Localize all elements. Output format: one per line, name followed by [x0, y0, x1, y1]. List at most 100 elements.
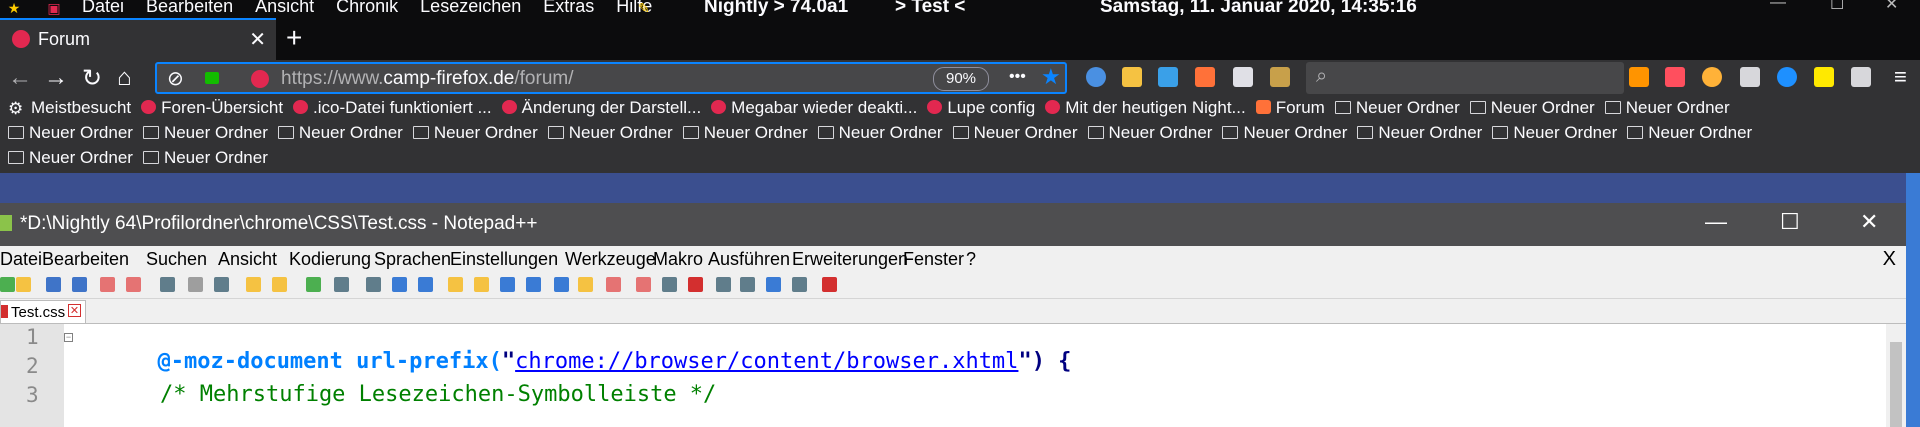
toolbar-button-icon[interactable]	[474, 277, 489, 292]
bookmark-folder[interactable]: Neuer Ordner	[1222, 123, 1347, 143]
tracking-protection-icon[interactable]: ⊘	[167, 66, 184, 91]
toolbar-button-icon[interactable]	[716, 277, 731, 292]
bookmark-item[interactable]: Mit der heutigen Night...	[1045, 98, 1246, 118]
toolbar-button-icon[interactable]	[418, 277, 433, 292]
toolbar-button-icon[interactable]	[100, 277, 115, 292]
notepad-maximize-icon[interactable]: ☐	[1780, 209, 1800, 235]
toolbar-button-icon[interactable]	[662, 277, 677, 292]
bookmark-folder[interactable]: ⚙ Meistbesucht	[8, 98, 131, 118]
bookmark-folder[interactable]: Neuer Ordner	[547, 123, 673, 143]
tab-test-css[interactable]: Test.css ✕	[0, 300, 86, 323]
bookmark-item[interactable]: Forum	[1255, 98, 1325, 118]
tab-close-icon[interactable]: ✕	[68, 304, 81, 317]
toolbar-button-icon[interactable]	[526, 277, 541, 292]
toolbar-button-icon[interactable]	[500, 277, 515, 292]
bookmark-folder[interactable]: Neuer Ordner	[142, 123, 268, 143]
magnifier-extension-icon[interactable]	[1629, 67, 1649, 87]
v-extension-icon[interactable]	[1740, 67, 1760, 87]
toolbar-button-icon[interactable]	[188, 277, 203, 292]
toolbar-button-icon[interactable]	[578, 277, 593, 292]
toolbar-button-icon[interactable]	[72, 277, 87, 292]
toolbar-button-icon[interactable]	[272, 277, 287, 292]
menu-item-bearbeiten[interactable]: Bearbeiten	[146, 0, 233, 16]
notepad-menu-ansicht[interactable]: Ansicht	[218, 249, 277, 270]
toolbar-button-icon[interactable]	[160, 277, 175, 292]
menu-item-extras[interactable]: Extras	[543, 0, 594, 16]
bookmark-folder[interactable]: Neuer Ordner	[1469, 98, 1595, 118]
toolbar-button-icon[interactable]	[366, 277, 381, 292]
toolbar-button-icon[interactable]	[636, 277, 651, 292]
bookmark-item[interactable]: Megabar wieder deakti...	[711, 98, 917, 118]
menu-item-lesezeichen[interactable]: Lesezeichen	[420, 0, 521, 16]
tab-forum[interactable]: Forum ✕	[0, 18, 276, 60]
toolbar-button-icon[interactable]	[16, 277, 31, 292]
toolbar-button-icon[interactable]	[0, 277, 15, 292]
scrollbar-thumb[interactable]	[1890, 342, 1902, 427]
toolbar-button-icon[interactable]	[306, 277, 321, 292]
url-text[interactable]: https://www.camp-firefox.de/forum/	[281, 68, 574, 90]
lock-icon[interactable]	[205, 72, 219, 84]
eraser-extension-icon[interactable]	[1665, 67, 1685, 87]
bookmark-folder[interactable]: Neuer Ordner	[1334, 98, 1460, 118]
v2-extension-icon[interactable]	[1851, 67, 1871, 87]
bookmark-folder[interactable]: Neuer Ordner	[142, 148, 268, 168]
menu-icon[interactable]: ≡	[1894, 64, 1907, 90]
toolbar-button-icon[interactable]	[740, 277, 755, 292]
notepad-menu-werkzeuge[interactable]: Werkzeuge	[565, 249, 656, 270]
forward-icon[interactable]: →	[44, 64, 68, 92]
tab-close-icon[interactable]: ✕	[249, 27, 266, 52]
toolbar-button-icon[interactable]	[46, 277, 61, 292]
bookmark-folder[interactable]: Neuer Ordner	[1087, 123, 1212, 143]
bookmark-folder[interactable]: Neuer Ordner	[1492, 123, 1617, 143]
notepad-menu-datei[interactable]: Datei	[0, 249, 42, 270]
close-icon[interactable]: ✕	[1885, 0, 1898, 14]
bookmark-star-icon[interactable]: ★	[1041, 64, 1061, 90]
notepad-menu-kodierung[interactable]: Kodierung	[289, 249, 371, 270]
bookmark-item[interactable]: .ico-Datei funktioniert ...	[293, 98, 492, 118]
bookmark-item[interactable]: Foren-Übersicht	[141, 98, 283, 118]
extension-icon-2[interactable]	[1195, 67, 1215, 87]
minimize-icon[interactable]: —	[1770, 0, 1786, 12]
css-extension-icon[interactable]	[1814, 67, 1834, 87]
new-tab-button[interactable]: +	[286, 22, 302, 54]
bookmark-item[interactable]: Lupe config	[927, 98, 1035, 118]
notepad-menu-erweiterungen[interactable]: Erweiterungen	[792, 249, 908, 270]
notepad-menu-makro[interactable]: Makro	[653, 249, 703, 270]
notepad-close-icon[interactable]: ✕	[1860, 209, 1878, 235]
extension-icon-4[interactable]	[1270, 67, 1290, 87]
bookmark-folder[interactable]: Neuer Ordner	[1604, 98, 1730, 118]
toolbar-button-icon[interactable]	[822, 277, 837, 292]
toolbar-button-icon[interactable]	[126, 277, 141, 292]
maximize-icon[interactable]: ☐	[1830, 0, 1844, 14]
bookmark-folder[interactable]: Neuer Ordner	[1627, 123, 1752, 143]
bookmark-folder[interactable]: Neuer Ordner	[817, 123, 943, 143]
extension-icon-1[interactable]	[1086, 67, 1106, 87]
vertical-scrollbar[interactable]	[1886, 324, 1906, 427]
extension-icon-3[interactable]	[1233, 67, 1253, 87]
notepad-menu-ausführen[interactable]: Ausführen	[708, 249, 790, 270]
notepad-menu-einstellungen[interactable]: Einstellungen	[450, 249, 558, 270]
back-icon[interactable]: ←	[8, 64, 32, 92]
bookmark-folder[interactable]: Neuer Ordner	[8, 148, 133, 168]
menu-item-chronik[interactable]: Chronik	[336, 0, 398, 16]
bookmark-item[interactable]: Änderung der Darstell...	[501, 98, 701, 118]
code-editor[interactable]: 1 2 3 − @-moz-document url-prefix("chrom…	[0, 324, 1906, 427]
bookmark-folder[interactable]: Neuer Ordner	[8, 123, 133, 143]
toolbar-button-icon[interactable]	[554, 277, 569, 292]
page-actions-icon[interactable]: •••	[1009, 68, 1026, 86]
bookmark-folder[interactable]: Neuer Ordner	[952, 123, 1078, 143]
toolbar-button-icon[interactable]	[334, 277, 349, 292]
reload-icon[interactable]: ↻	[82, 64, 102, 93]
notepad-menu-suchen[interactable]: Suchen	[146, 249, 207, 270]
bookmark-folder[interactable]: Neuer Ordner	[682, 123, 808, 143]
notepad-menu-sprachen[interactable]: Sprachen	[374, 249, 451, 270]
toolbar-button-icon[interactable]	[688, 277, 703, 292]
toolbar-button-icon[interactable]	[448, 277, 463, 292]
folder-icon[interactable]	[1122, 67, 1142, 87]
bookmark-folder[interactable]: Neuer Ordner	[412, 123, 538, 143]
fold-toggle-icon[interactable]: −	[64, 333, 73, 342]
notepad-menu-bearbeiten[interactable]: Bearbeiten	[42, 249, 129, 270]
search-bar[interactable]: ⌕	[1306, 62, 1624, 94]
zoom-indicator[interactable]: 90%	[933, 67, 989, 91]
home-icon[interactable]: ⌂	[117, 64, 132, 92]
